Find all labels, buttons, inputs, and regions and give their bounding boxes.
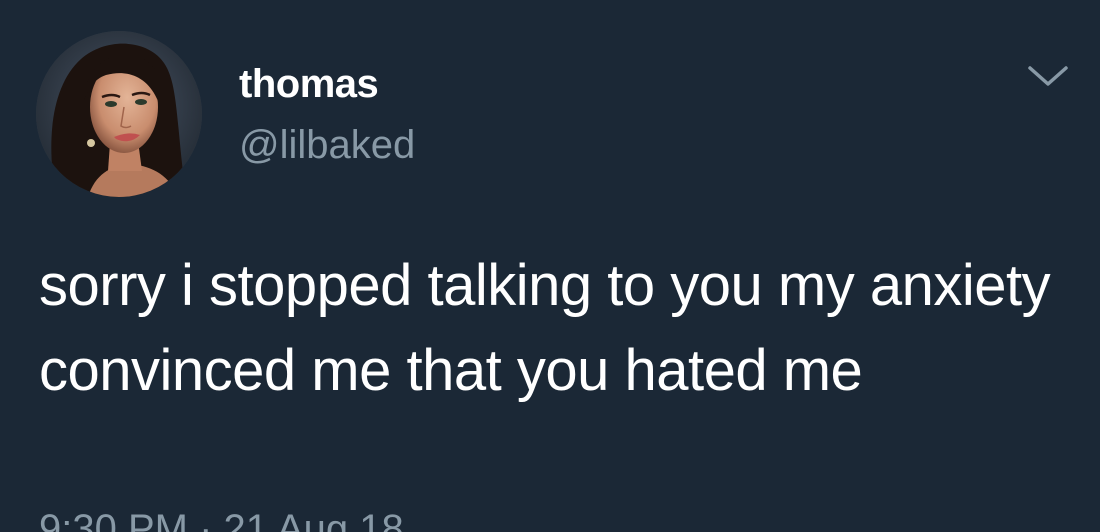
chevron-down-icon [1028,66,1068,86]
tweet-menu-button[interactable] [1024,60,1072,90]
tweet-timestamp[interactable]: 9:30 PM · 21 Aug 18 [39,509,404,532]
tweet-card: thomas @lilbaked sorry i stopped talking… [0,0,1100,532]
display-name[interactable]: thomas [239,64,379,104]
avatar[interactable] [36,31,202,197]
profile-photo [36,31,202,197]
user-handle[interactable]: @lilbaked [239,125,415,165]
tweet-text: sorry i stopped talking to you my anxiet… [39,253,1051,403]
